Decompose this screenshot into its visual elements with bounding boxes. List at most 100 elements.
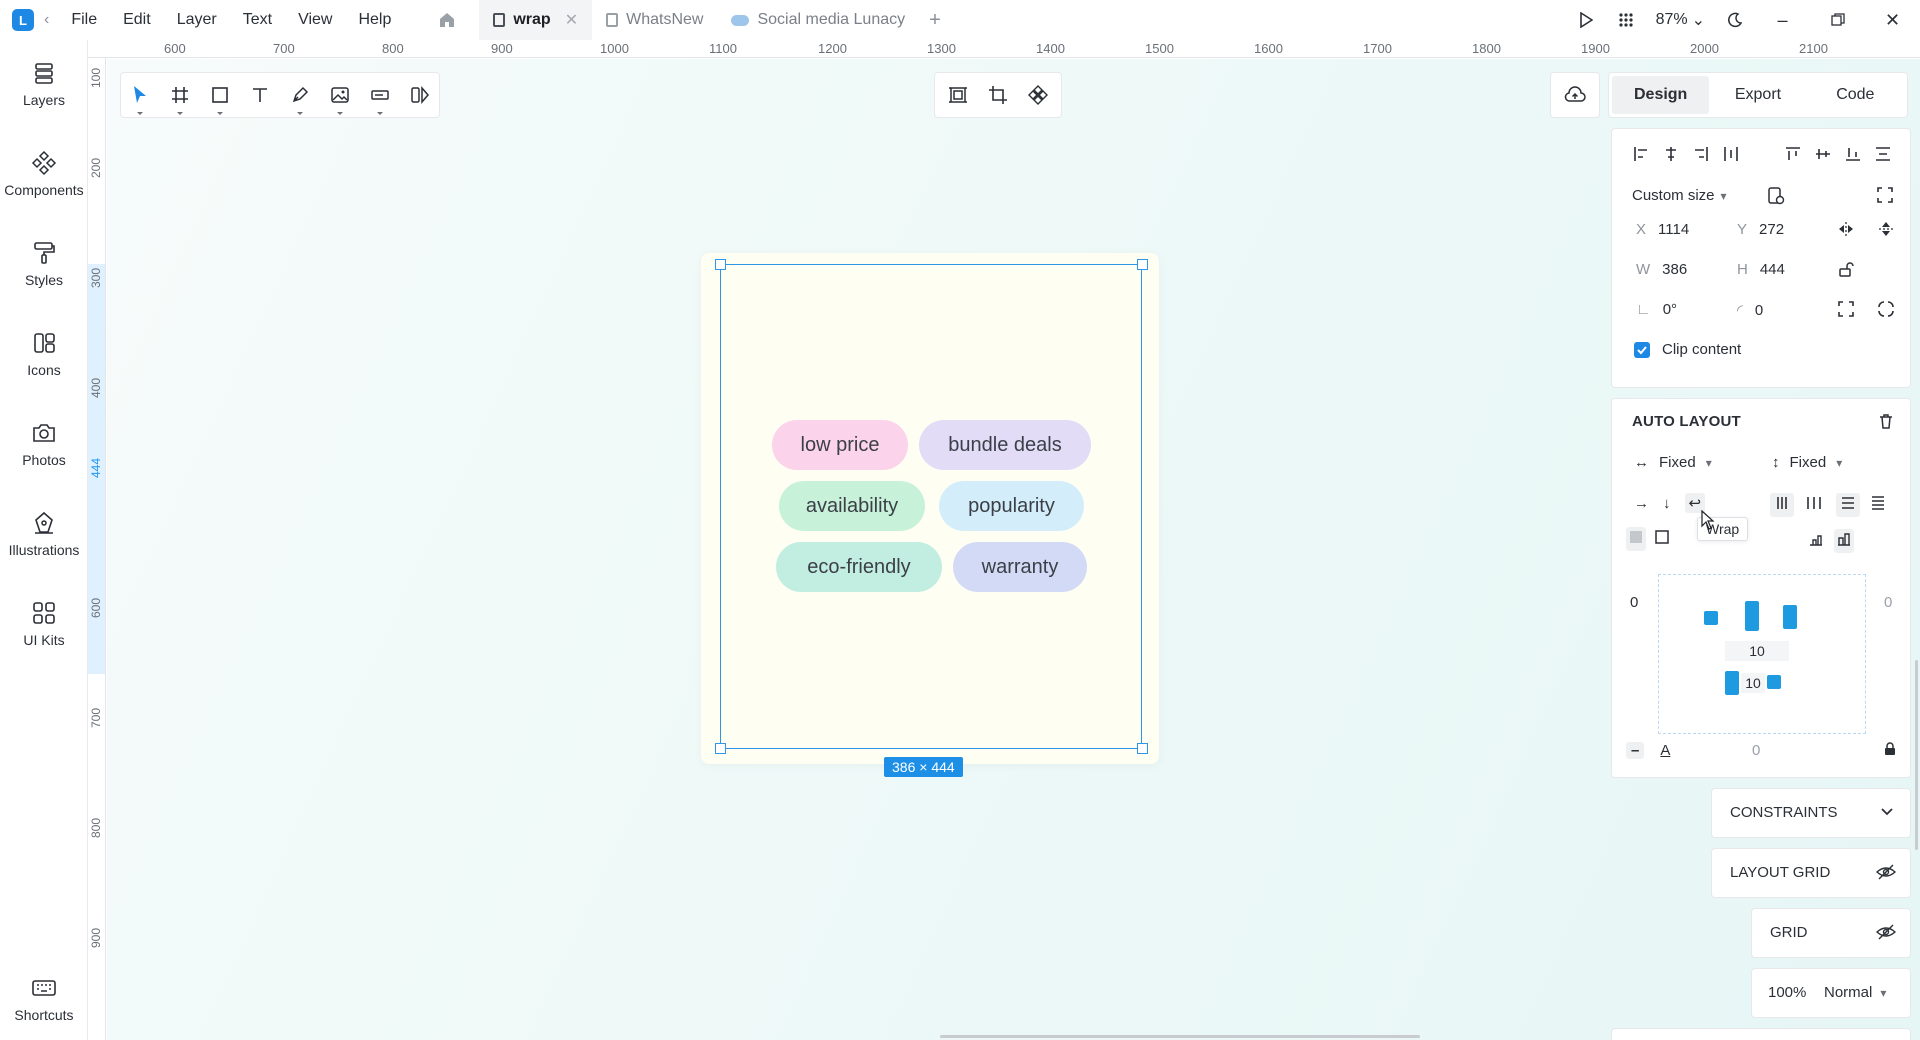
sidebar-item-ui-kits[interactable]: UI Kits — [0, 600, 88, 648]
blend-mode-dropdown[interactable]: Normal ▾ — [1824, 984, 1886, 1001]
rectangle-tool-icon[interactable] — [209, 84, 231, 115]
w-field[interactable]: W 386 — [1636, 261, 1687, 278]
menu-file[interactable]: File — [71, 11, 97, 29]
lock-icon[interactable] — [1884, 742, 1896, 756]
hug-icon[interactable] — [1808, 531, 1824, 551]
x-field[interactable]: X 1114 — [1636, 221, 1689, 238]
wrap-in-frame-icon[interactable] — [947, 84, 969, 106]
height-mode-dropdown[interactable]: ↕ Fixed ▾ — [1772, 454, 1842, 471]
restore-icon[interactable] — [1810, 0, 1865, 40]
create-component-icon[interactable] — [1027, 84, 1049, 106]
image-tool-icon[interactable] — [329, 84, 351, 115]
layout-grid-section[interactable]: LAYOUT GRID — [1711, 848, 1911, 898]
flip-vertical-icon[interactable] — [1878, 221, 1894, 237]
chip-warranty[interactable]: warranty — [953, 542, 1087, 592]
sidebar-item-icons[interactable]: Icons — [0, 330, 88, 378]
eye-off-icon[interactable] — [1876, 864, 1896, 880]
close-window-icon[interactable]: ✕ — [1865, 0, 1920, 40]
chip-bundle-deals[interactable]: bundle deals — [919, 420, 1091, 470]
zoom-dropdown[interactable]: 87% ⌄ — [1646, 10, 1715, 30]
space-between-icon[interactable] — [1806, 495, 1822, 515]
tab-wrap[interactable]: wrap ✕ — [479, 0, 593, 40]
unlock-ratio-icon[interactable] — [1838, 261, 1854, 277]
frame-tool-icon[interactable] — [169, 84, 191, 115]
constraints-section[interactable]: CONSTRAINTS — [1711, 788, 1911, 838]
baseline-value[interactable]: 0 — [1752, 742, 1760, 759]
padding-right-value[interactable]: 0 — [1884, 594, 1892, 611]
independent-corners-icon[interactable] — [1838, 301, 1854, 317]
apps-grid-icon[interactable] — [1606, 0, 1646, 40]
resize-handle-top-right[interactable] — [1137, 259, 1148, 270]
play-icon[interactable] — [1566, 0, 1606, 40]
sidebar-item-layers[interactable]: Layers — [0, 60, 88, 108]
menu-text[interactable]: Text — [243, 11, 272, 29]
theme-moon-icon[interactable] — [1715, 0, 1755, 40]
outline-box-icon[interactable] — [1652, 527, 1672, 551]
fit-content-icon[interactable] — [1877, 187, 1893, 203]
align-center-h-icon[interactable] — [1662, 145, 1680, 163]
sidebar-item-shortcuts[interactable]: Shortcuts — [0, 975, 88, 1023]
opacity-value[interactable]: 100% — [1768, 984, 1806, 1001]
tab-social-media[interactable]: Social media Lunacy — [717, 0, 919, 40]
eye-off-icon[interactable] — [1876, 924, 1896, 940]
fill-box-icon[interactable] — [1626, 527, 1646, 551]
sidebar-item-photos[interactable]: Photos — [0, 420, 88, 468]
home-icon[interactable] — [437, 10, 457, 30]
sidebar-item-styles[interactable]: Styles — [0, 240, 88, 288]
crop-icon[interactable] — [987, 84, 1009, 106]
padding-left-value[interactable]: 0 — [1630, 594, 1638, 611]
chip-availability[interactable]: availability — [779, 481, 925, 531]
vertical-gap-field[interactable]: 10 — [1741, 673, 1765, 693]
fill-container-icon[interactable] — [1834, 529, 1854, 553]
align-lines-icon[interactable] — [1836, 493, 1860, 517]
resize-handle-bottom-left[interactable] — [715, 743, 726, 754]
cloud-save-icon[interactable] — [1550, 72, 1600, 118]
menu-view[interactable]: View — [298, 11, 332, 29]
minimize-icon[interactable]: – — [1755, 0, 1810, 40]
packed-spacing-icon[interactable] — [1770, 493, 1794, 517]
input-tool-icon[interactable] — [369, 84, 391, 115]
chip-eco-friendly[interactable]: eco-friendly — [776, 542, 942, 592]
tab-design[interactable]: Design — [1612, 76, 1710, 114]
horizontal-scrollbar[interactable] — [940, 1035, 1420, 1038]
grid-section[interactable]: GRID — [1751, 908, 1911, 958]
justify-lines-icon[interactable] — [1870, 495, 1886, 515]
smooth-corners-icon[interactable] — [1878, 301, 1894, 317]
size-preset-dropdown[interactable]: Custom size ▾ — [1632, 187, 1727, 204]
tab-code[interactable]: Code — [1807, 76, 1904, 114]
align-left-icon[interactable] — [1632, 145, 1650, 163]
move-tool-icon[interactable] — [129, 84, 151, 115]
align-bottom-icon[interactable] — [1844, 145, 1862, 163]
app-logo[interactable]: L — [12, 9, 34, 31]
tab-whatsnew[interactable]: WhatsNew — [592, 0, 717, 40]
align-top-icon[interactable] — [1784, 145, 1802, 163]
menu-edit[interactable]: Edit — [123, 11, 151, 29]
back-chevron-icon[interactable]: ‹ — [44, 11, 49, 29]
text-tool-icon[interactable] — [249, 84, 271, 106]
tab-export[interactable]: Export — [1709, 76, 1806, 114]
distribute-v-icon[interactable] — [1874, 145, 1892, 163]
resize-handle-top-left[interactable] — [715, 259, 726, 270]
sidebar-item-illustrations[interactable]: Illustrations — [0, 510, 88, 558]
rotation-field[interactable]: ∟ 0° — [1636, 301, 1677, 318]
minus-icon[interactable]: – — [1626, 742, 1645, 759]
menu-layer[interactable]: Layer — [177, 11, 217, 29]
align-right-icon[interactable] — [1692, 145, 1710, 163]
distribute-h-icon[interactable] — [1722, 145, 1740, 163]
component-tool-icon[interactable] — [409, 84, 431, 106]
flip-horizontal-icon[interactable] — [1838, 221, 1854, 237]
resize-handle-bottom-right[interactable] — [1137, 743, 1148, 754]
chip-low-price[interactable]: low price — [772, 420, 908, 470]
clip-content-checkbox[interactable]: Clip content — [1634, 341, 1741, 358]
device-preset-icon[interactable] — [1767, 187, 1785, 205]
direction-vertical-icon[interactable]: ↓ — [1663, 495, 1671, 512]
direction-horizontal-icon[interactable]: → — [1634, 495, 1649, 512]
h-field[interactable]: H 444 — [1737, 261, 1785, 278]
horizontal-gap-field[interactable]: 10 — [1725, 641, 1789, 661]
sidebar-item-components[interactable]: Components — [0, 150, 88, 198]
close-tab-icon[interactable]: ✕ — [565, 10, 578, 30]
chevron-down-icon[interactable] — [1880, 804, 1894, 818]
align-middle-v-icon[interactable] — [1814, 145, 1832, 163]
width-mode-dropdown[interactable]: ↔ Fixed ▾ — [1634, 454, 1712, 471]
corner-radius-field[interactable]: ◜ 0 — [1737, 301, 1763, 320]
